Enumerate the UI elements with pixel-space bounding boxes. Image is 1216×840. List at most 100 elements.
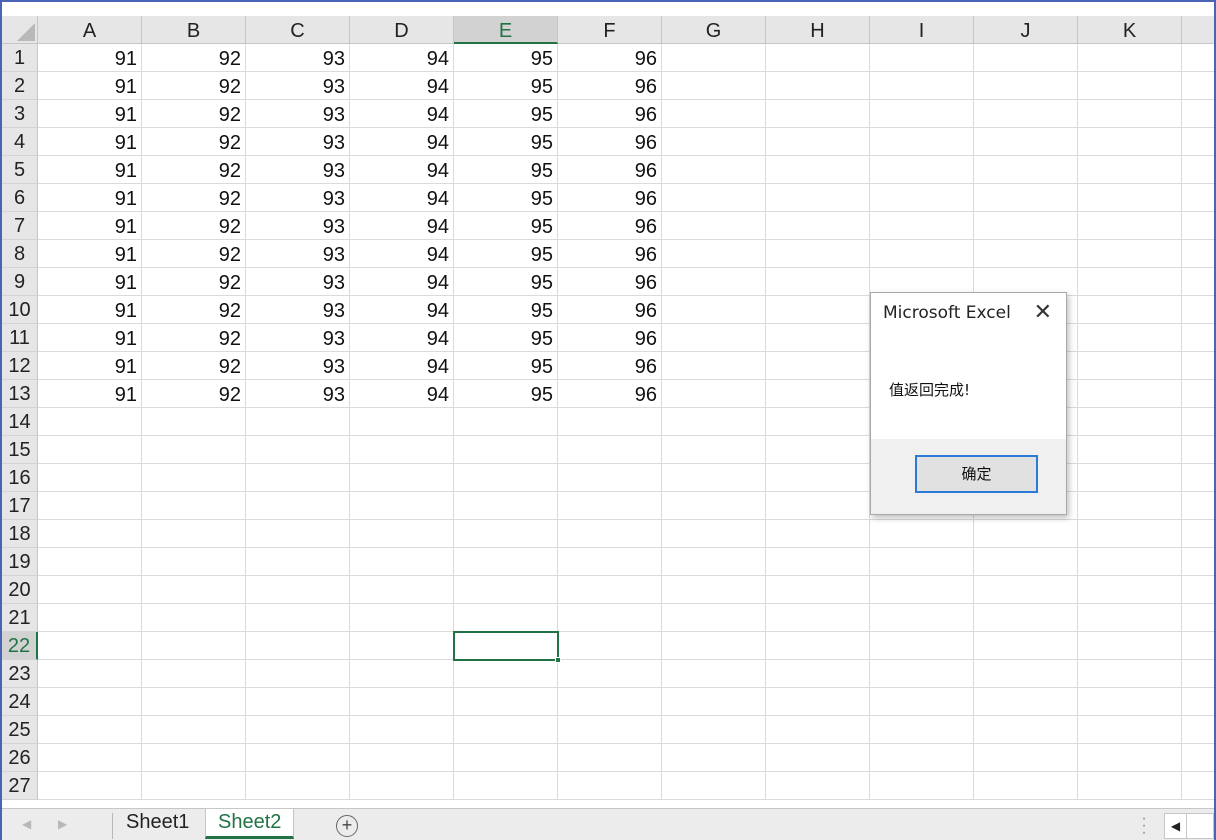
cell[interactable]: 94 [350,72,454,100]
cell[interactable]: 93 [246,212,350,240]
cell[interactable] [662,632,766,660]
cell[interactable] [38,772,142,800]
cell[interactable] [766,408,870,436]
cell[interactable] [350,660,454,688]
cell[interactable] [974,688,1078,716]
cell[interactable] [1078,632,1182,660]
cell[interactable]: 96 [558,324,662,352]
cell[interactable] [38,576,142,604]
cell[interactable] [766,520,870,548]
cell[interactable]: 91 [38,128,142,156]
cell[interactable] [870,772,974,800]
cell[interactable] [766,128,870,156]
plus-circle-icon[interactable]: + [336,815,358,837]
cell[interactable]: 95 [454,184,558,212]
cell[interactable] [558,520,662,548]
column-header-i[interactable]: I [870,16,974,44]
cell[interactable]: 91 [38,100,142,128]
cell[interactable] [350,464,454,492]
cell[interactable]: 96 [558,352,662,380]
row-header-10[interactable]: 10 [2,296,38,324]
cell[interactable]: 93 [246,44,350,72]
cell[interactable]: 93 [246,184,350,212]
cell[interactable] [142,492,246,520]
cell[interactable] [558,772,662,800]
cell[interactable]: 96 [558,100,662,128]
cell[interactable] [350,492,454,520]
cell[interactable] [662,268,766,296]
cell[interactable] [766,44,870,72]
row-header-17[interactable]: 17 [2,492,38,520]
cell[interactable] [454,604,558,632]
cell[interactable] [662,464,766,492]
row-header-3[interactable]: 3 [2,100,38,128]
scroll-tabs-right-icon[interactable]: ▶ [58,817,67,831]
cell[interactable] [870,156,974,184]
cell[interactable]: 93 [246,296,350,324]
row-header-7[interactable]: 7 [2,212,38,240]
cell[interactable] [662,408,766,436]
cell[interactable] [974,744,1078,772]
cell[interactable] [1182,576,1214,604]
cell[interactable] [662,380,766,408]
cell[interactable]: 91 [38,324,142,352]
cell[interactable] [870,632,974,660]
cell[interactable]: 94 [350,156,454,184]
cell[interactable]: 94 [350,324,454,352]
cell[interactable] [974,520,1078,548]
cell[interactable] [558,408,662,436]
cell[interactable] [974,604,1078,632]
cell[interactable] [558,744,662,772]
cell[interactable] [454,520,558,548]
cell[interactable] [662,688,766,716]
cell[interactable]: 93 [246,380,350,408]
cell[interactable] [454,548,558,576]
column-header-a[interactable]: A [38,16,142,44]
cell[interactable] [766,660,870,688]
cell[interactable]: 93 [246,240,350,268]
cell[interactable] [350,548,454,576]
cell[interactable] [1182,436,1214,464]
cell[interactable] [1182,632,1214,660]
cell[interactable] [558,604,662,632]
cell[interactable] [974,772,1078,800]
cell[interactable] [766,576,870,604]
cell[interactable]: 92 [142,212,246,240]
cell[interactable] [870,660,974,688]
cell[interactable] [350,436,454,464]
cell[interactable] [1182,548,1214,576]
cell[interactable] [1182,660,1214,688]
sheet-tab-sheet1[interactable]: Sheet1 [114,809,201,839]
cell[interactable] [1182,744,1214,772]
cell[interactable] [454,436,558,464]
cell[interactable]: 95 [454,128,558,156]
cell[interactable] [246,632,350,660]
cell[interactable]: 94 [350,380,454,408]
cell[interactable] [662,100,766,128]
cell[interactable] [1078,464,1182,492]
cell[interactable]: 93 [246,324,350,352]
cell[interactable] [246,520,350,548]
cell[interactable] [1182,324,1214,352]
cell[interactable] [974,44,1078,72]
cell[interactable]: 92 [142,296,246,324]
cell[interactable]: 91 [38,268,142,296]
cell[interactable] [454,772,558,800]
cell[interactable] [662,436,766,464]
cell[interactable] [558,632,662,660]
cell[interactable]: 93 [246,128,350,156]
cell[interactable]: 96 [558,212,662,240]
cell[interactable] [246,408,350,436]
row-header-19[interactable]: 19 [2,548,38,576]
cell[interactable] [558,464,662,492]
cell[interactable]: 95 [454,240,558,268]
cell[interactable] [974,632,1078,660]
row-header-12[interactable]: 12 [2,352,38,380]
cell[interactable]: 94 [350,268,454,296]
cell[interactable] [662,520,766,548]
cell[interactable] [1078,548,1182,576]
cell[interactable] [1182,716,1214,744]
cell[interactable] [974,660,1078,688]
cell[interactable] [1182,688,1214,716]
cell[interactable] [38,716,142,744]
